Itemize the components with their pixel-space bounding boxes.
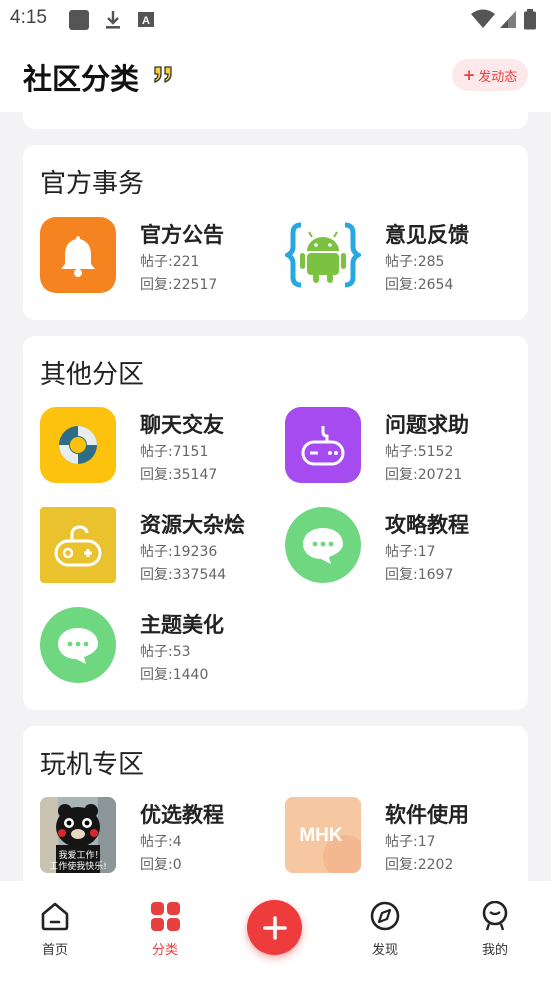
- reply-count: 回复:2202: [385, 857, 454, 873]
- reply-count: 回复:1440: [140, 667, 209, 683]
- forum-item-featured-tutorials[interactable]: 我爱工作！ 工作使我快乐! 优选教程 帖子:4 回复:0: [40, 797, 285, 877]
- forum-name: 攻略教程: [385, 513, 469, 537]
- nav-profile[interactable]: 我的: [455, 900, 535, 958]
- add-icon: [262, 915, 287, 940]
- chat-bubble-icon: [285, 507, 361, 583]
- nav-home[interactable]: 首页: [15, 901, 95, 958]
- nav-label: 我的: [481, 943, 508, 958]
- section-official-card: 官方事务 官方公告 帖子:221 回复:22517 意见反馈 帖子:285 回复…: [23, 145, 528, 320]
- profile-face-icon: [482, 900, 508, 931]
- mhk-logo-icon: MHK: [285, 797, 361, 873]
- wifi-icon: [471, 9, 495, 28]
- page-header: 社区分类 + 发动态: [0, 38, 551, 112]
- forum-name: 主题美化: [140, 613, 224, 637]
- forum-item-official-notice[interactable]: 官方公告 帖子:221 回复:22517: [40, 217, 285, 297]
- section-phone-card: 玩机专区 我爱工作！ 工作使我快乐! 优选教程 帖子:4 回复:0 MHK 软件…: [23, 726, 528, 881]
- post-count: 帖子:53: [140, 644, 191, 660]
- forum-name: 官方公告: [140, 223, 224, 247]
- reply-count: 回复:20721: [385, 467, 463, 483]
- post-count: 帖子:221: [140, 254, 200, 270]
- reply-count: 回复:1697: [385, 567, 454, 583]
- font-a-icon: A: [138, 12, 154, 27]
- section-title: 官方事务: [40, 169, 145, 199]
- square-app-icon: [69, 10, 89, 30]
- reply-count: 回复:35147: [140, 467, 218, 483]
- bottom-navigation: 首页 分类 发现 我的: [0, 881, 551, 981]
- forum-name: 意见反馈: [385, 223, 469, 247]
- forum-item-resources[interactable]: 资源大杂烩 帖子:19236 回复:337544: [40, 507, 285, 587]
- post-status-label: 发动态: [478, 69, 518, 85]
- compass-icon: [370, 901, 400, 931]
- reply-count: 回复:2654: [385, 277, 454, 293]
- mhk-logo-text: MHK: [299, 825, 343, 846]
- reply-count: 回复:0: [140, 857, 182, 873]
- bell-icon: [40, 217, 116, 293]
- bear-caption-bottom: 工作使我快乐!: [49, 860, 107, 872]
- post-count: 帖子:7151: [140, 444, 209, 460]
- forum-name: 软件使用: [385, 803, 469, 827]
- nav-discover[interactable]: 发现: [345, 901, 425, 958]
- post-count: 帖子:19236: [140, 544, 218, 560]
- android-icon: [285, 217, 361, 293]
- nav-label: 首页: [41, 943, 68, 958]
- forum-item-themes[interactable]: 主题美化 帖子:53 回复:1440: [40, 607, 285, 687]
- download-icon: [106, 11, 120, 29]
- post-count: 帖子:17: [385, 834, 436, 850]
- bear-photo-icon: 我爱工作！ 工作使我快乐!: [40, 797, 116, 873]
- status-time: 4:15: [10, 7, 47, 28]
- home-icon: [41, 902, 69, 931]
- forum-name: 聊天交友: [140, 413, 224, 437]
- page-title: 社区分类: [23, 62, 140, 96]
- nav-label: 分类: [151, 943, 178, 958]
- signal-icon: [500, 11, 516, 28]
- reply-count: 回复:337544: [140, 567, 227, 583]
- forum-name: 问题求助: [385, 413, 469, 437]
- center-add-button[interactable]: [247, 900, 302, 955]
- post-count: 帖子:17: [385, 544, 436, 560]
- nav-category[interactable]: 分类: [125, 901, 205, 958]
- forum-item-help[interactable]: 问题求助 帖子:5152 回复:20721: [285, 407, 530, 487]
- category-grid-icon: [151, 902, 180, 931]
- nav-label: 发现: [371, 943, 398, 958]
- category-list[interactable]: 官方事务 官方公告 帖子:221 回复:22517 意见反馈 帖子:285 回复…: [0, 112, 551, 881]
- section-title: 其他分区: [40, 360, 145, 390]
- forum-item-feedback[interactable]: 意见反馈 帖子:285 回复:2654: [285, 217, 530, 297]
- previous-section-card: [23, 112, 528, 129]
- post-count: 帖子:285: [385, 254, 445, 270]
- chat-bubble-icon: [40, 607, 116, 683]
- post-count: 帖子:4: [140, 834, 182, 850]
- forum-item-guides[interactable]: 攻略教程 帖子:17 回复:1697: [285, 507, 530, 587]
- section-other-card: 其他分区 聊天交友 帖子:7151 回复:35147 问题求助 帖子:5152 …: [23, 336, 528, 710]
- forum-item-software-usage[interactable]: MHK 软件使用 帖子:17 回复:2202: [285, 797, 530, 877]
- reply-count: 回复:22517: [140, 277, 218, 293]
- status-bar: 4:15 A: [0, 0, 551, 38]
- gamepad-icon: [285, 407, 361, 483]
- bear-caption-top: 我爱工作！: [58, 849, 103, 861]
- post-status-button[interactable]: + 发动态: [452, 59, 528, 91]
- forum-name: 资源大杂烩: [140, 513, 245, 537]
- plus-icon: +: [462, 66, 476, 84]
- lifebuoy-icon: [40, 407, 116, 483]
- quote-icon: [154, 66, 172, 83]
- forum-name: 优选教程: [140, 803, 224, 827]
- battery-icon: [524, 9, 536, 30]
- post-count: 帖子:5152: [385, 444, 454, 460]
- section-title: 玩机专区: [40, 750, 145, 780]
- svg-text:A: A: [142, 15, 150, 27]
- forum-item-chat[interactable]: 聊天交友 帖子:7151 回复:35147: [40, 407, 285, 487]
- joystick-icon: [40, 507, 116, 583]
